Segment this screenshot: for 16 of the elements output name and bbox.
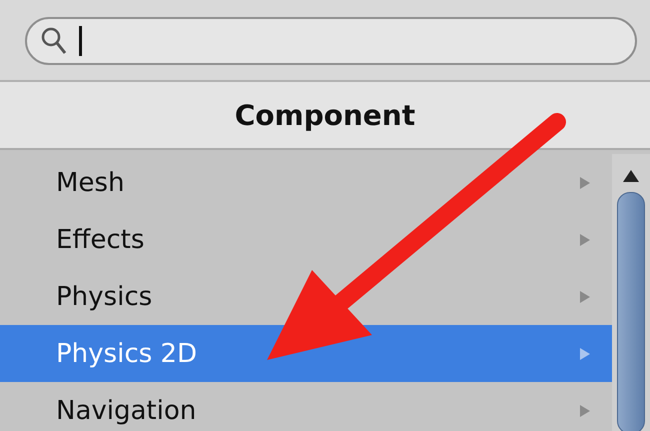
submenu-arrow-icon — [580, 404, 590, 416]
menu-title: Component — [234, 98, 416, 132]
menu-item[interactable]: Navigation — [0, 382, 612, 431]
scroll-up-icon[interactable] — [623, 170, 639, 182]
submenu-arrow-icon — [580, 176, 590, 188]
submenu-arrow-icon — [580, 348, 590, 360]
scrollbar[interactable] — [612, 154, 650, 431]
search-field[interactable] — [25, 17, 637, 65]
scroll-thumb[interactable] — [617, 192, 645, 431]
menu-item[interactable]: Physics — [0, 268, 612, 325]
menu-item[interactable]: Physics 2D — [0, 325, 612, 382]
submenu-arrow-icon — [580, 234, 590, 246]
search-icon — [41, 27, 67, 55]
menu-item[interactable]: Mesh — [0, 154, 612, 211]
menu-item[interactable]: Effects — [0, 211, 612, 268]
submenu-arrow-icon — [580, 290, 590, 302]
